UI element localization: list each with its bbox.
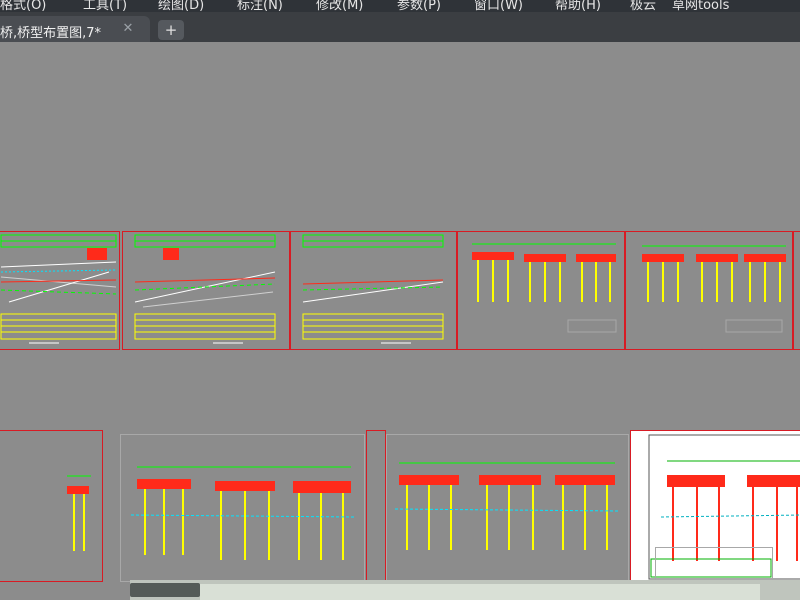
sheet-pier-elevation: [394, 462, 620, 550]
sheet-pier-elevation: [130, 466, 357, 560]
menu-modify[interactable]: 修改(M): [316, 0, 363, 12]
horizontal-scrollbar[interactable]: [130, 583, 200, 597]
drawing-sheet[interactable]: [457, 231, 625, 350]
close-icon[interactable]: ✕: [121, 22, 135, 36]
drawing-sheet[interactable]: [0, 231, 120, 350]
sheet-pier-elevation: [642, 245, 786, 333]
sheet-pier-elevation: [472, 243, 617, 333]
menu-format[interactable]: 格式(O): [0, 0, 46, 12]
drawing-sheet[interactable]: [122, 231, 290, 350]
sheet-plan-drawing: [302, 234, 444, 344]
sheet-plan-drawing: [0, 234, 117, 344]
tab-active-drawing[interactable]: 桥,桥型布置图,7* ✕: [0, 16, 150, 42]
drawing-sheet[interactable]: [625, 231, 793, 350]
menu-parameters[interactable]: 参数(P): [397, 0, 441, 12]
menu-dimension[interactable]: 标注(N): [237, 0, 283, 12]
menu-caowang-tools[interactable]: 草网tools: [672, 0, 729, 12]
plus-icon[interactable]: +: [158, 20, 184, 40]
drawing-sheet[interactable]: [120, 434, 365, 582]
tab-title: 桥,桥型布置图,7*: [0, 26, 102, 41]
menu-draw[interactable]: 绘图(D): [158, 0, 204, 12]
drawing-sheet[interactable]: [366, 430, 386, 582]
sheet-pier-elevation: [67, 475, 91, 551]
menu-tools[interactable]: 工具(T): [83, 0, 127, 12]
sheet-plan-drawing: [134, 234, 276, 344]
menu-jiyun[interactable]: 极云: [630, 0, 656, 12]
menu-bar: 格式(O) 工具(T) 绘图(D) 标注(N) 修改(M) 参数(P) 窗口(W…: [0, 0, 800, 12]
command-line[interactable]: [200, 584, 760, 600]
drawing-sheet[interactable]: [793, 231, 800, 350]
drawing-sheet[interactable]: [386, 434, 629, 582]
drawing-sheet[interactable]: [290, 231, 457, 350]
document-tab-bar: 桥,桥型布置图,7* ✕ +: [0, 12, 800, 42]
menu-help[interactable]: 帮助(H): [555, 0, 601, 12]
drawing-sheet[interactable]: [0, 430, 103, 582]
menu-window[interactable]: 窗口(W): [474, 0, 523, 12]
drawing-canvas[interactable]: [0, 42, 800, 600]
